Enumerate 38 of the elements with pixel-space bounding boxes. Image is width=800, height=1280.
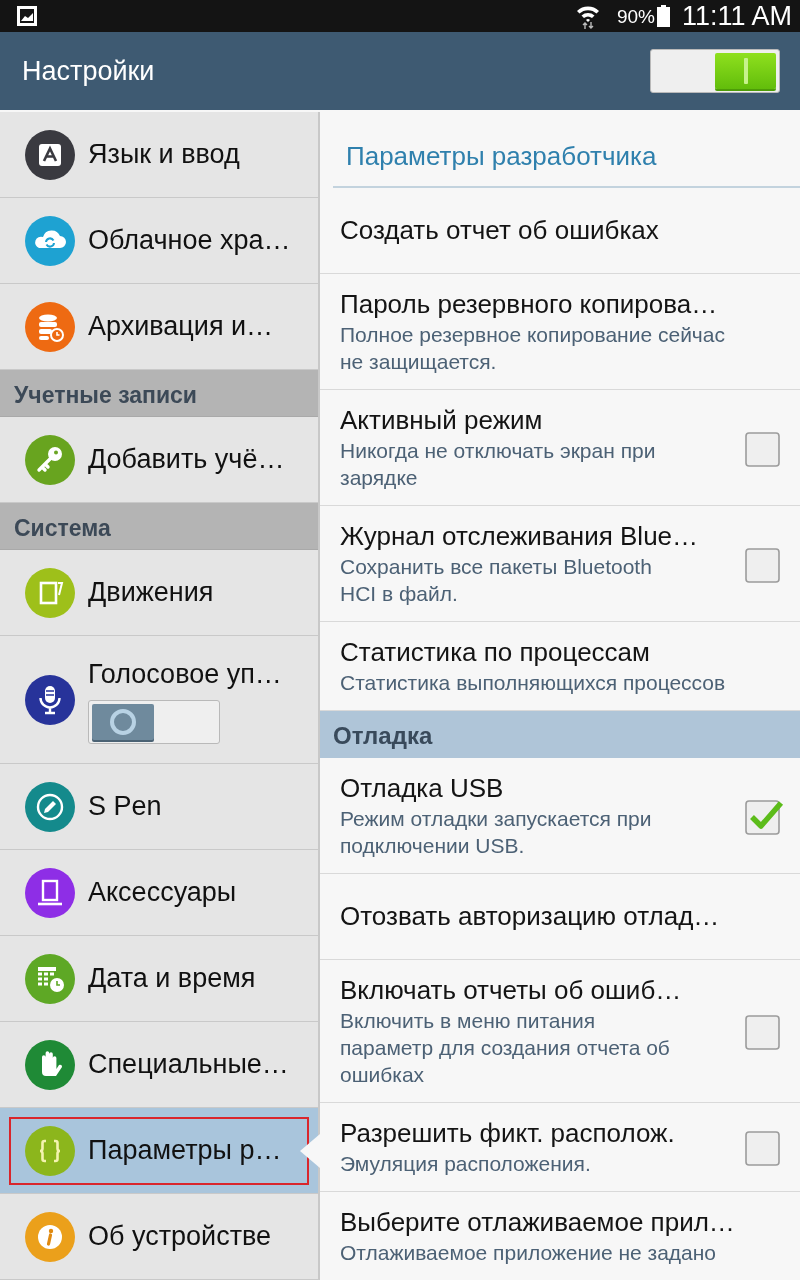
sidebar-item[interactable]: Дата и время bbox=[0, 936, 318, 1022]
setting-title[interactable]: Статистика по процессам bbox=[340, 636, 650, 669]
setting-description: Эмуляция расположения. bbox=[340, 1151, 591, 1177]
sidebar-section-header: Система bbox=[0, 503, 318, 550]
sidebar-item[interactable]: Голосовое уп… bbox=[0, 636, 318, 764]
battery-percentage: 90% bbox=[616, 6, 655, 26]
toggle-switch[interactable] bbox=[88, 700, 220, 744]
sidebar-item[interactable]: S Pen bbox=[0, 764, 318, 850]
setting-title[interactable]: Отладка USB bbox=[340, 772, 504, 805]
screen-title: Настройки bbox=[22, 55, 155, 87]
setting-title[interactable]: Выберите отлаживаемое прил… bbox=[340, 1206, 735, 1239]
setting-description: Никогда не отключать экран при зарядке bbox=[340, 438, 657, 491]
battery-icon bbox=[656, 5, 670, 27]
sidebar-item[interactable]: Об устройстве bbox=[0, 1194, 318, 1280]
gallery-icon bbox=[16, 5, 38, 27]
setting-description: Отлаживаемое приложение не задано bbox=[340, 1240, 717, 1266]
setting-title[interactable]: Включать отчеты об ошиб… bbox=[340, 974, 682, 1007]
clock-time: 11:11 AM bbox=[681, 2, 792, 30]
setting-title[interactable]: Создать отчет об ошибках bbox=[340, 214, 659, 247]
sidebar-item[interactable]: Параметры р… bbox=[0, 1108, 318, 1194]
sidebar-item[interactable]: Аксессуары bbox=[0, 850, 318, 936]
setting-description: Сохранить все пакеты Bluetooth HCI в файл. bbox=[340, 554, 653, 607]
setting-description: Включить в меню питания параметр для создания отчета об ошибках bbox=[340, 1008, 671, 1088]
setting-description: Полное резервное копирование сейчас не защищается. bbox=[340, 322, 726, 375]
toggle-switch[interactable] bbox=[650, 49, 780, 93]
panel-title: Параметры разработчика bbox=[346, 140, 657, 172]
setting-description: Статистика выполняющихся процессов bbox=[340, 670, 726, 696]
sidebar-section-header: Учетные записи bbox=[0, 370, 318, 417]
setting-title[interactable]: Отозвать авторизацию отлад… bbox=[340, 900, 720, 933]
setting-title[interactable]: Журнал отслеживания Blue… bbox=[340, 520, 699, 553]
setting-title[interactable]: Активный режим bbox=[340, 404, 543, 437]
setting-title[interactable]: Пароль резервного копирова… bbox=[340, 288, 718, 321]
sidebar-item[interactable]: Облачное хра… bbox=[0, 198, 318, 284]
setting-description: Режим отладки запускается при подключении USB. bbox=[340, 806, 653, 859]
setting-title[interactable]: Разрешить фикт. располож. bbox=[340, 1117, 675, 1150]
sidebar-item[interactable]: Язык и ввод bbox=[0, 112, 318, 198]
sidebar-item[interactable]: Движения bbox=[0, 550, 318, 636]
section-header: Отладка bbox=[320, 711, 800, 758]
